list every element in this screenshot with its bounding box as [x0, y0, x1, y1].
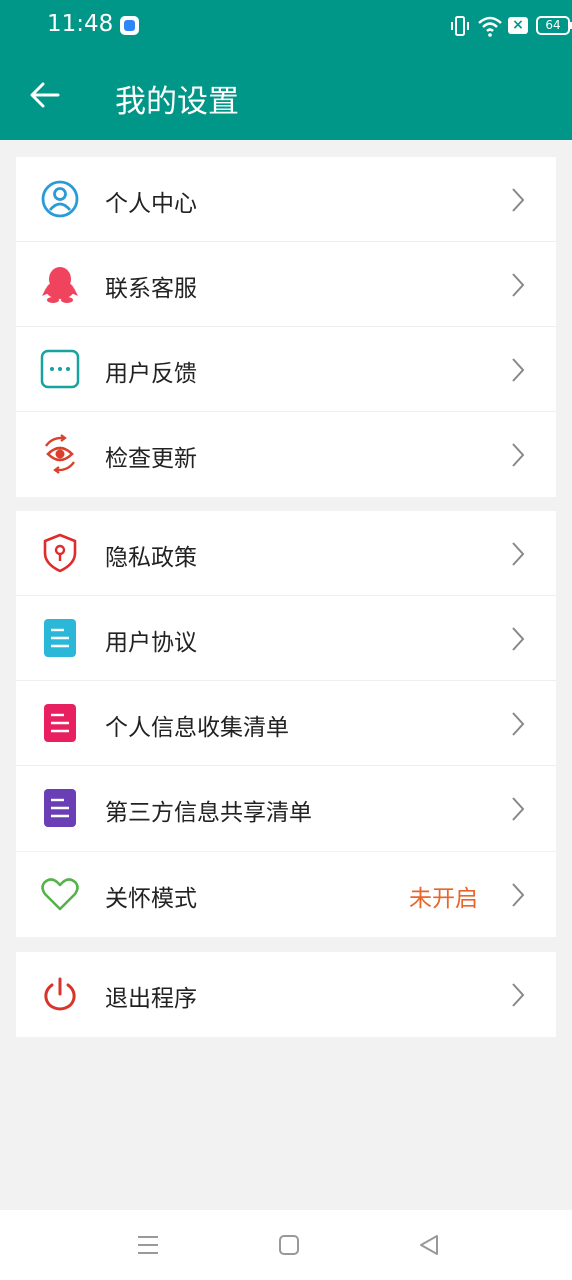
settings-group-care: 关怀模式 未开启 [16, 852, 556, 937]
app-notification-icon [120, 16, 139, 35]
chevron-right-icon [512, 188, 525, 212]
home-square-icon[interactable] [276, 1232, 302, 1258]
vibrate-icon [451, 16, 469, 36]
settings-group-legal: 隐私政策 用户协议 个人信息收集清单 第三方信息共享清单 [16, 511, 556, 851]
status-bar: 11:48 × 64 [0, 0, 572, 52]
x-icon: × [508, 17, 528, 34]
qq-penguin-icon [42, 267, 78, 303]
settings-group-exit: 退出程序 [16, 952, 556, 1037]
chevron-right-icon [512, 443, 525, 467]
row-label: 用户反馈 [105, 361, 197, 387]
row-check-update[interactable]: 检查更新 [16, 412, 556, 497]
row-exit-app[interactable]: 退出程序 [16, 952, 556, 1037]
chevron-right-icon [512, 797, 525, 821]
back-triangle-icon[interactable] [417, 1232, 443, 1258]
row-label: 用户协议 [105, 630, 197, 656]
document-icon [44, 619, 76, 657]
battery-icon: 64 [536, 16, 572, 35]
status-time: 11:48 [47, 11, 114, 37]
chevron-right-icon [512, 358, 525, 382]
power-icon [44, 977, 76, 1011]
chevron-right-icon [512, 542, 525, 566]
row-label: 退出程序 [105, 986, 197, 1012]
document-icon [44, 704, 76, 742]
wifi-icon [478, 16, 502, 37]
chevron-right-icon [512, 627, 525, 651]
heart-outline-icon [41, 878, 79, 911]
row-third-party-sharing-list[interactable]: 第三方信息共享清单 [16, 766, 556, 851]
chevron-right-icon [512, 883, 525, 907]
row-privacy-policy[interactable]: 隐私政策 [16, 511, 556, 596]
settings-group-account: 个人中心 联系客服 用户反馈 检查更新 [16, 157, 556, 497]
row-customer-service[interactable]: 联系客服 [16, 242, 556, 327]
row-personal-info-list[interactable]: 个人信息收集清单 [16, 681, 556, 766]
app-header: 11:48 × 64 我的设置 [0, 0, 572, 140]
row-user-agreement[interactable]: 用户协议 [16, 596, 556, 681]
care-mode-status: 未开启 [409, 886, 478, 912]
row-care-mode[interactable]: 关怀模式 未开启 [16, 852, 556, 937]
row-personal-center[interactable]: 个人中心 [16, 157, 556, 242]
eye-refresh-icon [45, 434, 75, 474]
chevron-right-icon [512, 712, 525, 736]
row-label: 联系客服 [105, 276, 197, 302]
shield-keyhole-icon [43, 533, 77, 573]
document-icon [44, 789, 76, 827]
row-label: 第三方信息共享清单 [105, 800, 312, 826]
back-arrow-icon[interactable] [28, 78, 62, 112]
chevron-right-icon [512, 983, 525, 1007]
page-title: 我的设置 [115, 84, 239, 120]
person-circle-icon [41, 180, 79, 218]
row-user-feedback[interactable]: 用户反馈 [16, 327, 556, 412]
row-label: 隐私政策 [105, 545, 197, 571]
row-label: 个人中心 [105, 191, 197, 217]
chat-dots-icon [40, 349, 80, 389]
row-label: 检查更新 [105, 446, 197, 472]
menu-icon[interactable] [135, 1232, 161, 1258]
system-nav-bar [0, 1210, 572, 1280]
chevron-right-icon [512, 273, 525, 297]
row-label: 关怀模式 [105, 886, 197, 912]
row-label: 个人信息收集清单 [105, 715, 289, 741]
